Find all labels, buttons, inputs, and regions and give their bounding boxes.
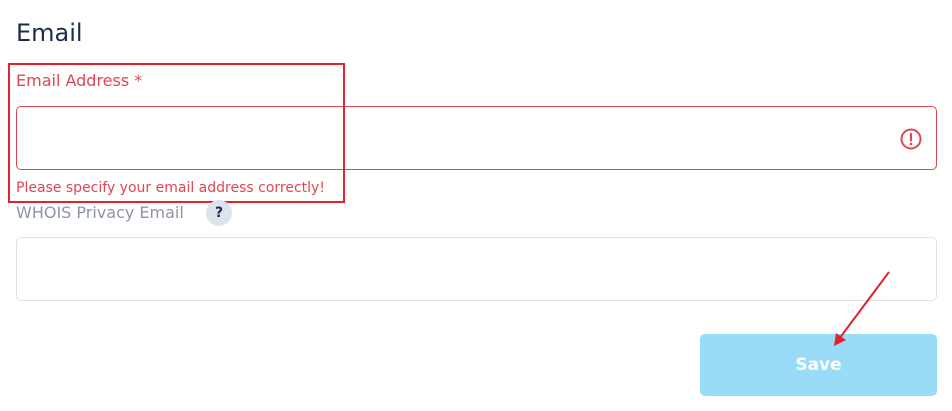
save-button[interactable]: Save [700,334,937,396]
email-error-message: Please specify your email address correc… [16,180,325,196]
help-icon[interactable]: ? [206,200,232,226]
email-settings-page: Email Email Address * Please specify you… [0,0,952,411]
section-title: Email [16,19,83,47]
email-address-label: Email Address * [16,71,143,90]
email-address-input[interactable] [16,106,937,170]
whois-privacy-email-input[interactable] [16,237,937,301]
whois-privacy-email-label: WHOIS Privacy Email [16,203,184,222]
alert-circle-icon [900,128,922,150]
